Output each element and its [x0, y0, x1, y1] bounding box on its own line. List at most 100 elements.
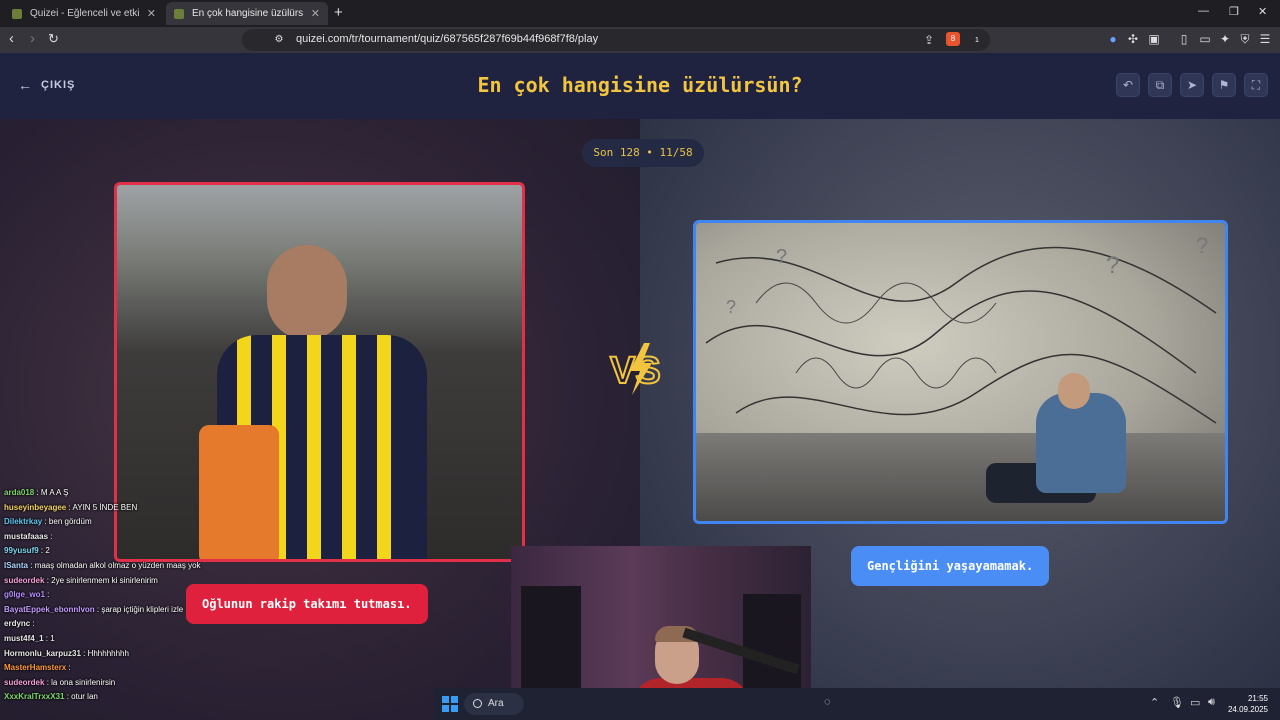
clock-time[interactable]: 21:55	[1248, 694, 1268, 703]
puzzle-icon[interactable]: ✣	[1126, 32, 1140, 46]
photo-person-body	[1036, 393, 1126, 493]
microphone-icon[interactable]: 🎙︎	[1170, 696, 1184, 709]
brave-rewards-icon[interactable]: 1	[970, 32, 984, 46]
chat-separator: :	[30, 619, 35, 629]
close-tab-icon[interactable]: ✕	[147, 7, 156, 20]
chat-message: sudeordek : la ona sinirlenirsin	[0, 676, 230, 691]
photo-person-head	[1058, 373, 1090, 409]
chat-separator: :	[80, 648, 88, 658]
close-tab-icon[interactable]: ✕	[311, 7, 320, 20]
chat-username[interactable]: erdync	[4, 619, 30, 628]
chat-message: arda018 : M A A Ş	[0, 486, 230, 501]
site-settings-icon[interactable]: ⚙	[272, 33, 286, 47]
chat-message: sudeordek : 2ye sinirlenmem ki sinirleni…	[0, 574, 230, 589]
chat-message: XxxKralTrxxX31 : otur lan	[0, 690, 230, 705]
share-icon[interactable]: ⇪	[922, 33, 936, 47]
chat-username[interactable]: mustafaaas	[4, 532, 48, 541]
new-tab-icon[interactable]: +	[334, 4, 343, 21]
chat-text: ben gördüm	[48, 517, 92, 527]
chat-username[interactable]: must4f4_1	[4, 634, 44, 643]
chat-text: şarap içtiğin klipleri izle	[101, 604, 184, 614]
clock-date[interactable]: 24.09.2025	[1228, 705, 1268, 714]
chat-message: lSanta : maaş olmadan alkol olmaz o yüzd…	[0, 559, 230, 574]
chat-message: Dilektrkay : ben gördüm	[0, 515, 230, 530]
chat-message: 99yusuf9 : 2	[0, 544, 230, 559]
sidebar-icon[interactable]: ▯	[1177, 32, 1191, 46]
browser-tab-bar: Quizei - Eğlenceli ve etkileşimli quiz..…	[0, 0, 1280, 27]
chat-message: BayatEppek_ebonnlvon : şarap içtiğin kli…	[0, 603, 230, 618]
photo-person-head	[267, 245, 347, 340]
undo-icon: ↶	[1122, 78, 1134, 92]
chat-username[interactable]: sudeordek	[4, 678, 44, 687]
windows-start-icon[interactable]	[442, 696, 458, 712]
alert-badge: 1	[975, 37, 979, 44]
photo-floor	[696, 433, 1225, 521]
url-text[interactable]: quizei.com/tr/tournament/quiz/687565f287…	[296, 33, 598, 45]
choice-image-right: ? ? ? ?	[696, 223, 1225, 521]
chat-separator: :	[48, 531, 53, 541]
chat-username[interactable]: huseyinbeyagee	[4, 503, 66, 512]
media-icon[interactable]: ▣	[1147, 32, 1161, 46]
undo-button[interactable]: ↶	[1116, 73, 1140, 97]
address-bar[interactable]: ⚙ quizei.com/tr/tournament/quiz/687565f2…	[242, 29, 990, 51]
chat-separator: :	[44, 590, 50, 600]
chat-text: 2	[45, 546, 50, 556]
extension-icon[interactable]: ●	[1106, 32, 1120, 46]
stream-chat-overlay: arda018 : M A A Ş huseyinbeyagee : AYIN 5…	[0, 486, 230, 720]
windows-taskbar: Ara ◌ ⌃ 🎙︎ ▭ 🔊︎ 21:55 24.09.2025	[434, 688, 1280, 720]
chat-message: erdync :	[0, 617, 230, 632]
back-icon[interactable]: ‹	[9, 31, 14, 47]
chat-username[interactable]: g0lge_wo1	[4, 590, 45, 599]
chat-text: 2ye sinirlenmem ki sinirlenirim	[51, 575, 158, 585]
vpn-icon[interactable]: ⛨	[1238, 32, 1252, 46]
app-icon[interactable]: ◌	[824, 696, 831, 708]
chat-username[interactable]: sudeordek	[4, 576, 44, 585]
forward-icon[interactable]: ›	[30, 31, 35, 47]
reload-icon[interactable]: ↻	[48, 31, 59, 47]
chat-username[interactable]: Hormonlu_karpuz31	[4, 649, 81, 658]
taskbar-search[interactable]: Ara	[464, 693, 524, 715]
chat-text: maaş olmadan alkol olmaz o yüzden maaş y…	[34, 560, 201, 570]
menu-icon[interactable]: ☰	[1258, 32, 1272, 46]
chat-username[interactable]: BayatEppek_ebonnlvon	[4, 605, 95, 614]
copy-button[interactable]: ⧉	[1148, 73, 1172, 97]
leo-ai-icon[interactable]: ✦	[1218, 32, 1232, 46]
chat-separator: :	[42, 517, 49, 527]
choice-caption-right[interactable]: Gençliğini yaşayamamak.	[851, 546, 1050, 586]
display-icon[interactable]: ▭	[1190, 696, 1200, 709]
volume-icon[interactable]: 🔊︎	[1208, 696, 1215, 709]
chat-username[interactable]: lSanta	[4, 561, 28, 570]
copy-icon: ⧉	[1155, 78, 1165, 92]
tab-title: En çok hangisine üzülürsün? - Qu...	[192, 8, 303, 19]
chat-text: otur lan	[71, 692, 98, 702]
restore-icon[interactable]: ❐	[1229, 5, 1239, 18]
chat-text: AYIN 5 İNDE BEN	[72, 502, 138, 512]
close-window-icon[interactable]: ✕	[1258, 5, 1267, 18]
chat-username[interactable]: arda018	[4, 488, 34, 497]
minimize-icon[interactable]: —	[1198, 5, 1209, 17]
site-favicon-icon	[12, 8, 22, 19]
webcam-acoustic-panel	[521, 586, 581, 696]
svg-text:?: ?	[776, 246, 787, 268]
page-title: En çok hangisine üzülürsün?	[477, 73, 803, 97]
chat-text: M A A Ş	[40, 488, 69, 497]
browser-tab[interactable]: Quizei - Eğlenceli ve etkileşimli quiz..…	[4, 2, 164, 25]
brave-shield-icon[interactable]: 8	[946, 32, 960, 46]
fullscreen-button[interactable]: ⛶	[1244, 73, 1268, 97]
chat-username[interactable]: Dilektrkay	[4, 517, 42, 526]
chat-text: Hhhhhhhhh	[87, 648, 129, 658]
chat-username[interactable]: XxxKralTrxxX31	[4, 692, 65, 701]
browser-tab-active[interactable]: En çok hangisine üzülürsün? - Qu... ✕	[166, 2, 328, 25]
choice-card-right[interactable]: ? ? ? ?	[693, 220, 1228, 524]
chat-username[interactable]: 99yusuf9	[4, 546, 39, 555]
chevron-up-icon[interactable]: ⌃	[1150, 696, 1159, 709]
brave-badge: 8	[950, 34, 956, 43]
wallet-icon[interactable]: ▭	[1198, 32, 1212, 46]
chat-message: mustafaaas :	[0, 530, 230, 545]
chat-separator: :	[28, 560, 35, 570]
chat-username[interactable]: MasterHamsterx	[4, 663, 66, 672]
browser-toolbar: ‹ › ↻ ⚐ ⚙ quizei.com/tr/tournament/quiz/…	[0, 27, 1280, 53]
chat-separator: :	[66, 663, 71, 673]
share-button[interactable]: ➤	[1180, 73, 1204, 97]
report-button[interactable]: ⚑	[1212, 73, 1236, 97]
